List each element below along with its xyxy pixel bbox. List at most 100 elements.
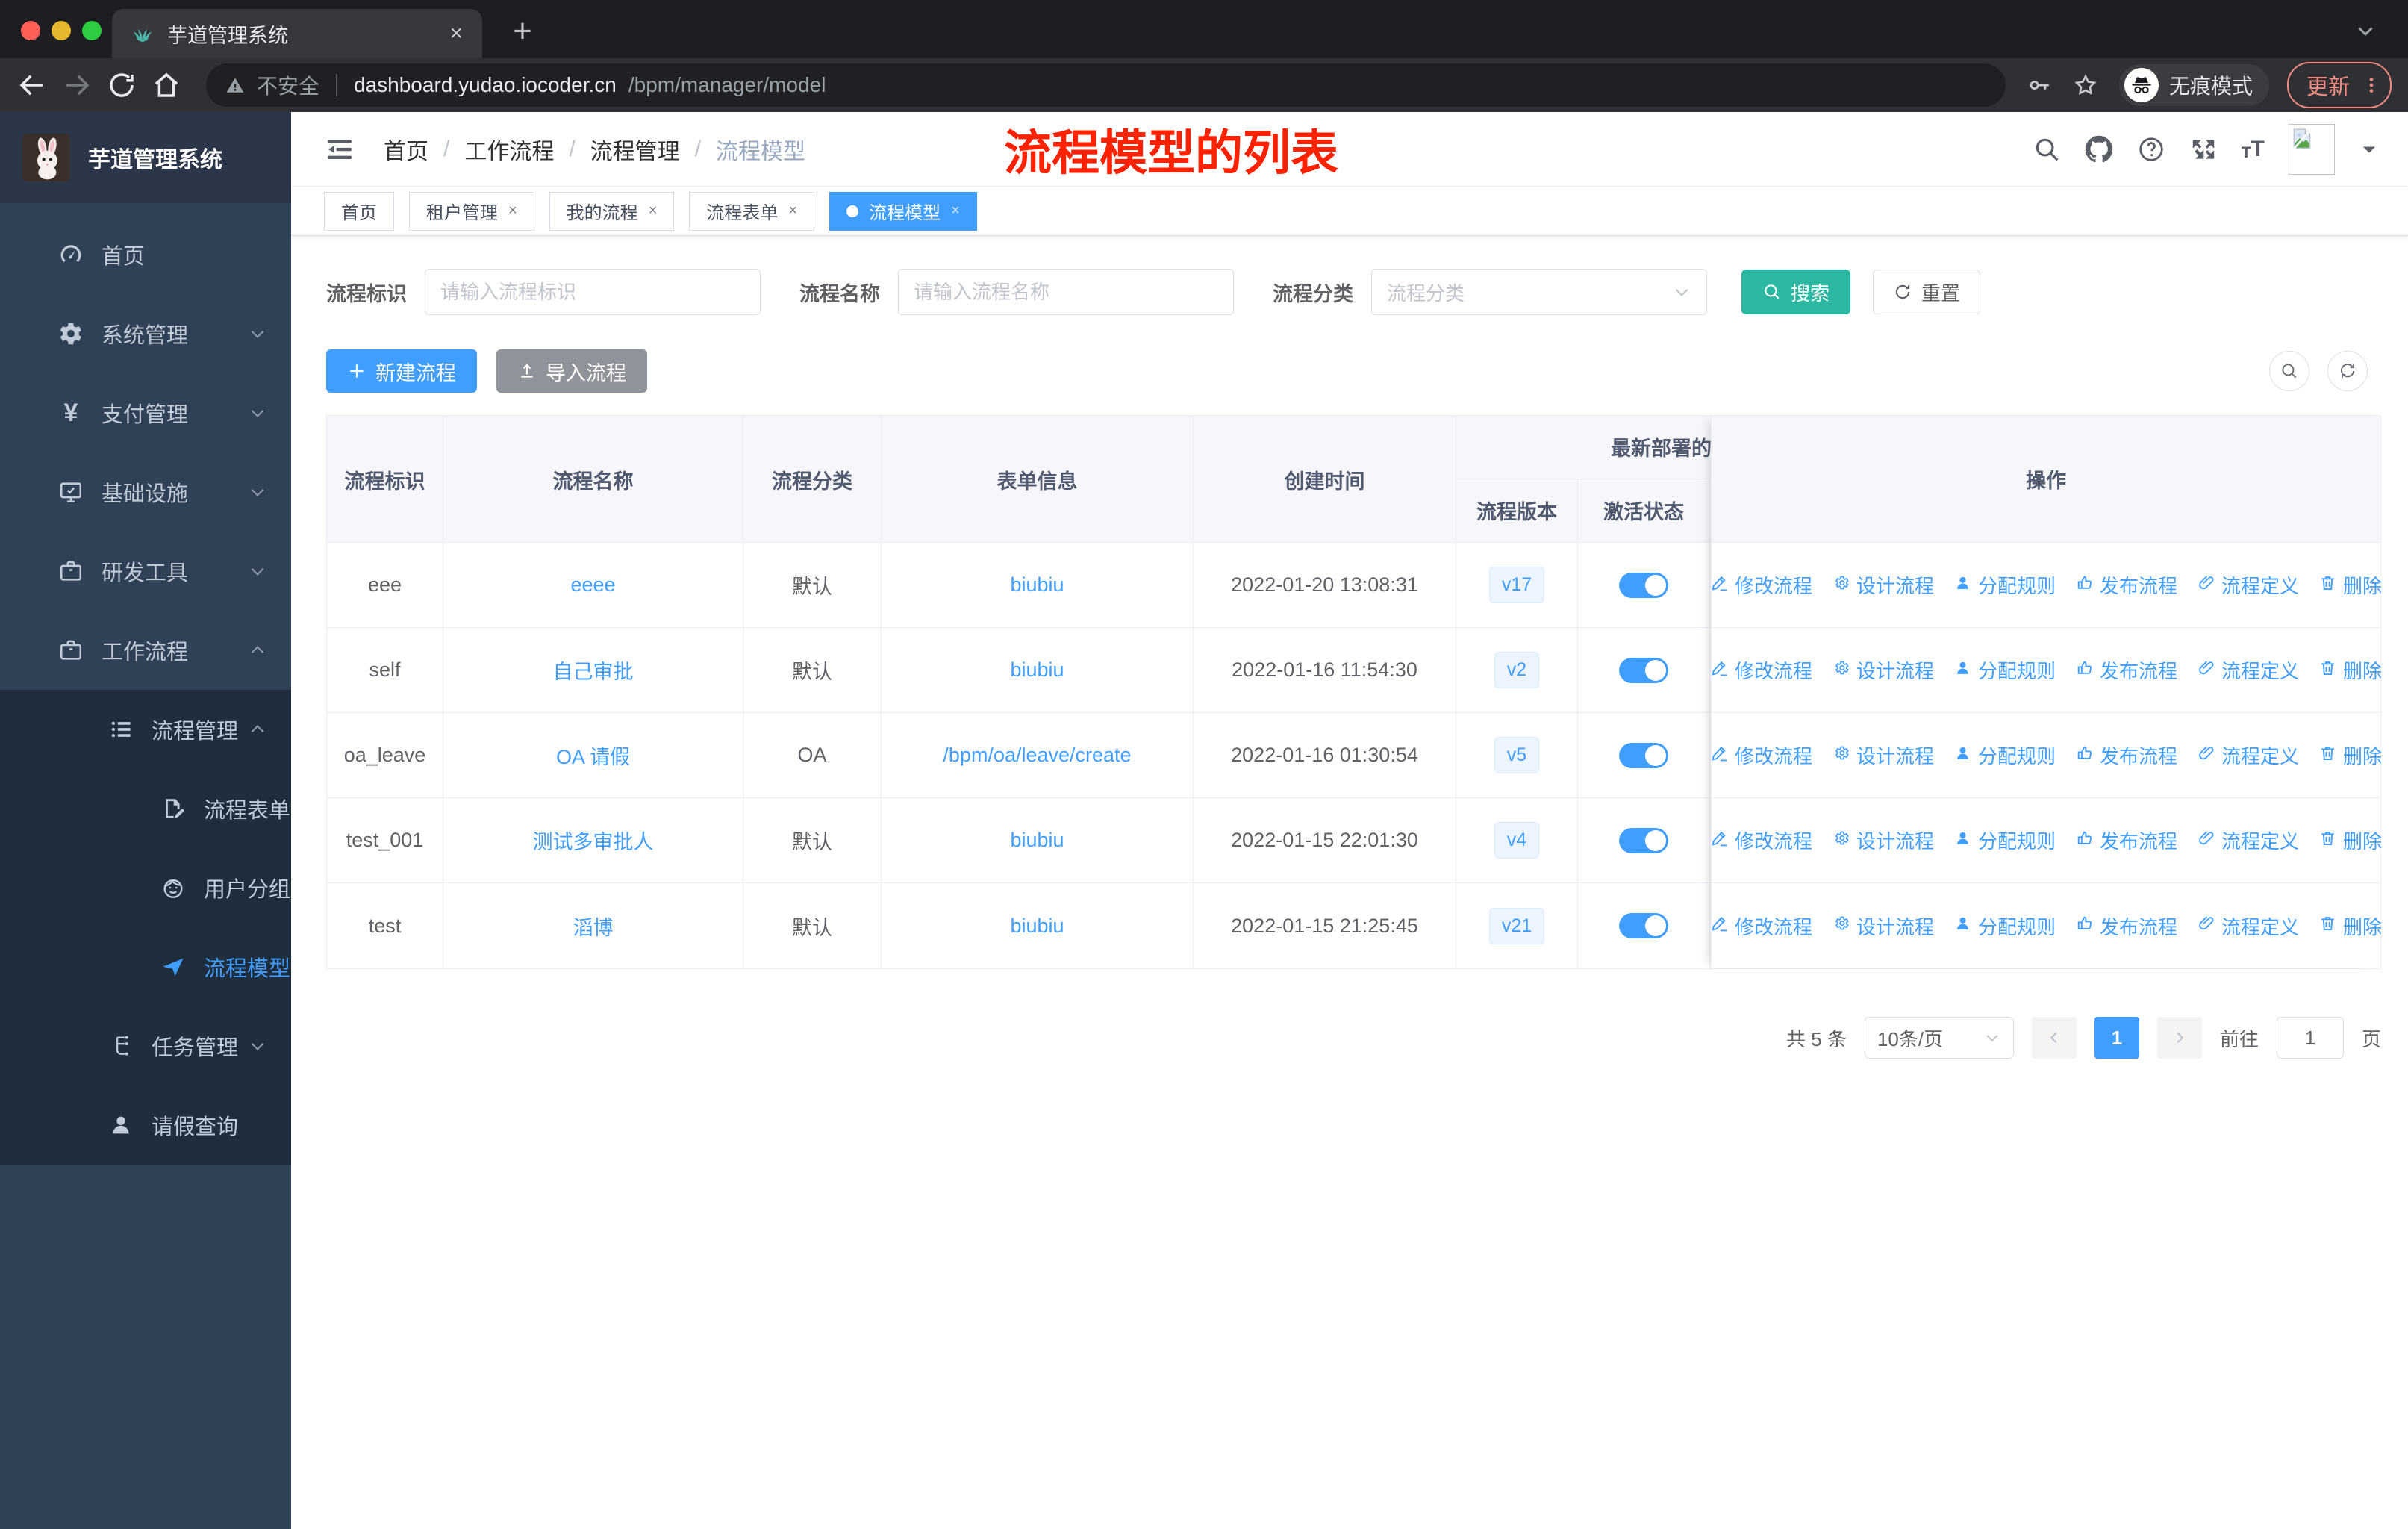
action-delete-link[interactable]: 删除 — [2318, 912, 2382, 940]
breadcrumb-item[interactable]: 流程管理 — [590, 133, 680, 166]
reload-icon[interactable] — [106, 69, 137, 101]
cell-process-name[interactable]: OA 请假 — [443, 713, 743, 797]
avatar-caret-down-icon[interactable] — [2359, 139, 2380, 160]
action-design-gear-link[interactable]: 设计流程 — [1832, 741, 1934, 769]
action-edit-link[interactable]: 修改流程 — [1710, 826, 1812, 854]
new-tab-button[interactable]: + — [502, 10, 543, 52]
create-process-button[interactable]: 新建流程 — [326, 349, 477, 393]
sidebar-collapse-icon[interactable] — [324, 134, 355, 165]
cell-process-name[interactable]: 测试多审批人 — [443, 798, 743, 882]
process-name-input[interactable] — [898, 269, 1234, 315]
goto-page-input[interactable] — [2276, 1017, 2344, 1059]
action-publish-link[interactable]: 发布流程 — [2075, 741, 2177, 769]
action-delete-link[interactable]: 删除 — [2318, 571, 2382, 599]
action-publish-link[interactable]: 发布流程 — [2075, 826, 2177, 854]
cell-form-info[interactable]: biubiu — [882, 628, 1194, 712]
action-edit-link[interactable]: 修改流程 — [1710, 656, 1812, 684]
form-info-link[interactable]: /bpm/oa/leave/create — [943, 744, 1131, 767]
sidebar-item-infra[interactable]: 基础设施 — [0, 452, 291, 532]
tag-close-icon[interactable]: × — [508, 202, 517, 219]
process-name-link[interactable]: 测试多审批人 — [533, 826, 654, 855]
sidebar-item-task-mgmt[interactable]: 任务管理 — [0, 1006, 291, 1086]
action-assign-user-link[interactable]: 分配规则 — [1953, 912, 2056, 940]
action-delete-link[interactable]: 删除 — [2318, 741, 2382, 769]
action-assign-user-link[interactable]: 分配规则 — [1953, 571, 2056, 599]
active-status-toggle[interactable] — [1619, 572, 1668, 598]
sidebar-item-devtools[interactable]: 研发工具 — [0, 532, 291, 611]
next-page-button[interactable] — [2156, 1017, 2202, 1059]
home-icon[interactable] — [151, 69, 182, 101]
tag-close-icon[interactable]: × — [788, 202, 797, 219]
insecure-warning-icon[interactable] — [225, 75, 245, 95]
action-assign-user-link[interactable]: 分配规则 — [1953, 826, 2056, 854]
toggle-search-icon[interactable] — [2269, 351, 2309, 391]
sidebar-item-payment[interactable]: ¥ 支付管理 — [0, 373, 291, 452]
refresh-icon[interactable] — [2327, 351, 2368, 391]
sidebar-item-system[interactable]: 系统管理 — [0, 294, 291, 373]
bookmark-star-icon[interactable] — [2073, 72, 2098, 98]
import-process-button[interactable]: 导入流程 — [496, 349, 647, 393]
tag-流程模型[interactable]: 流程模型 × — [829, 191, 977, 231]
cell-process-name[interactable]: eeee — [443, 543, 743, 627]
cell-form-info[interactable]: biubiu — [882, 883, 1194, 968]
action-definition-link-link[interactable]: 流程定义 — [2197, 912, 2299, 940]
zoom-window-button[interactable] — [82, 21, 102, 40]
active-status-toggle[interactable] — [1619, 742, 1668, 768]
cell-process-name[interactable]: 自己审批 — [443, 628, 743, 712]
action-definition-link-link[interactable]: 流程定义 — [2197, 741, 2299, 769]
search-button[interactable]: 搜索 — [1741, 270, 1851, 314]
action-definition-link-link[interactable]: 流程定义 — [2197, 571, 2299, 599]
cell-form-info[interactable]: biubiu — [882, 798, 1194, 882]
cell-process-name[interactable]: 滔博 — [443, 883, 743, 968]
back-icon[interactable] — [16, 69, 48, 101]
action-publish-link[interactable]: 发布流程 — [2075, 571, 2177, 599]
prev-page-button[interactable] — [2031, 1017, 2077, 1059]
breadcrumb-item[interactable]: 首页 — [384, 133, 428, 166]
cell-active-status[interactable] — [1578, 713, 1710, 797]
reset-button[interactable]: 重置 — [1873, 270, 1981, 314]
active-status-toggle[interactable] — [1619, 657, 1668, 683]
sidebar-item-leave-query[interactable]: 请假查询 — [0, 1086, 291, 1165]
tab-close-icon[interactable]: × — [449, 21, 463, 46]
browser-tab[interactable]: 芋道管理系统 × — [112, 9, 482, 58]
tag-我的流程[interactable]: 我的流程 × — [549, 191, 675, 231]
action-delete-link[interactable]: 删除 — [2318, 656, 2382, 684]
sidebar-item-process-form[interactable]: 流程表单 — [0, 769, 291, 848]
avatar[interactable] — [2289, 123, 2335, 175]
tag-close-icon[interactable]: × — [649, 202, 658, 219]
active-status-toggle[interactable] — [1619, 913, 1668, 938]
process-name-link[interactable]: eeee — [570, 573, 615, 597]
action-definition-link-link[interactable]: 流程定义 — [2197, 656, 2299, 684]
action-delete-link[interactable]: 删除 — [2318, 826, 2382, 854]
cell-form-info[interactable]: /bpm/oa/leave/create — [882, 713, 1194, 797]
browser-menu-dots-icon[interactable] — [2362, 75, 2381, 95]
action-assign-user-link[interactable]: 分配规则 — [1953, 741, 2056, 769]
minimize-window-button[interactable] — [52, 21, 71, 40]
process-name-link[interactable]: 自己审批 — [553, 655, 634, 685]
sidebar-item-user-group[interactable]: 用户分组 — [0, 848, 291, 927]
search-icon[interactable] — [2033, 135, 2061, 164]
help-icon[interactable] — [2137, 135, 2165, 164]
process-name-link[interactable]: OA 请假 — [556, 741, 630, 770]
action-edit-link[interactable]: 修改流程 — [1710, 741, 1812, 769]
process-key-input[interactable] — [425, 269, 761, 315]
fullscreen-icon[interactable] — [2189, 135, 2218, 164]
process-name-link[interactable]: 滔博 — [573, 912, 614, 941]
tag-租户管理[interactable]: 租户管理 × — [409, 191, 534, 231]
form-info-link[interactable]: biubiu — [1010, 915, 1064, 938]
key-icon[interactable] — [2027, 72, 2052, 98]
form-info-link[interactable]: biubiu — [1010, 829, 1064, 852]
sidebar-item-process-model[interactable]: 流程模型 — [0, 927, 291, 1006]
sidebar-item-process-mgmt[interactable]: 流程管理 — [0, 690, 291, 769]
window-controls[interactable] — [21, 21, 102, 40]
font-size-icon[interactable]: TT — [2242, 137, 2265, 161]
action-design-gear-link[interactable]: 设计流程 — [1832, 826, 1934, 854]
breadcrumb-item[interactable]: 工作流程 — [464, 133, 554, 166]
tag-close-icon[interactable]: × — [951, 202, 960, 219]
action-design-gear-link[interactable]: 设计流程 — [1832, 571, 1934, 599]
action-publish-link[interactable]: 发布流程 — [2075, 912, 2177, 940]
tag-流程表单[interactable]: 流程表单 × — [689, 191, 815, 231]
current-page-button[interactable]: 1 — [2094, 1017, 2139, 1059]
page-size-select[interactable]: 10条/页 — [1864, 1017, 2014, 1059]
close-window-button[interactable] — [21, 21, 40, 40]
